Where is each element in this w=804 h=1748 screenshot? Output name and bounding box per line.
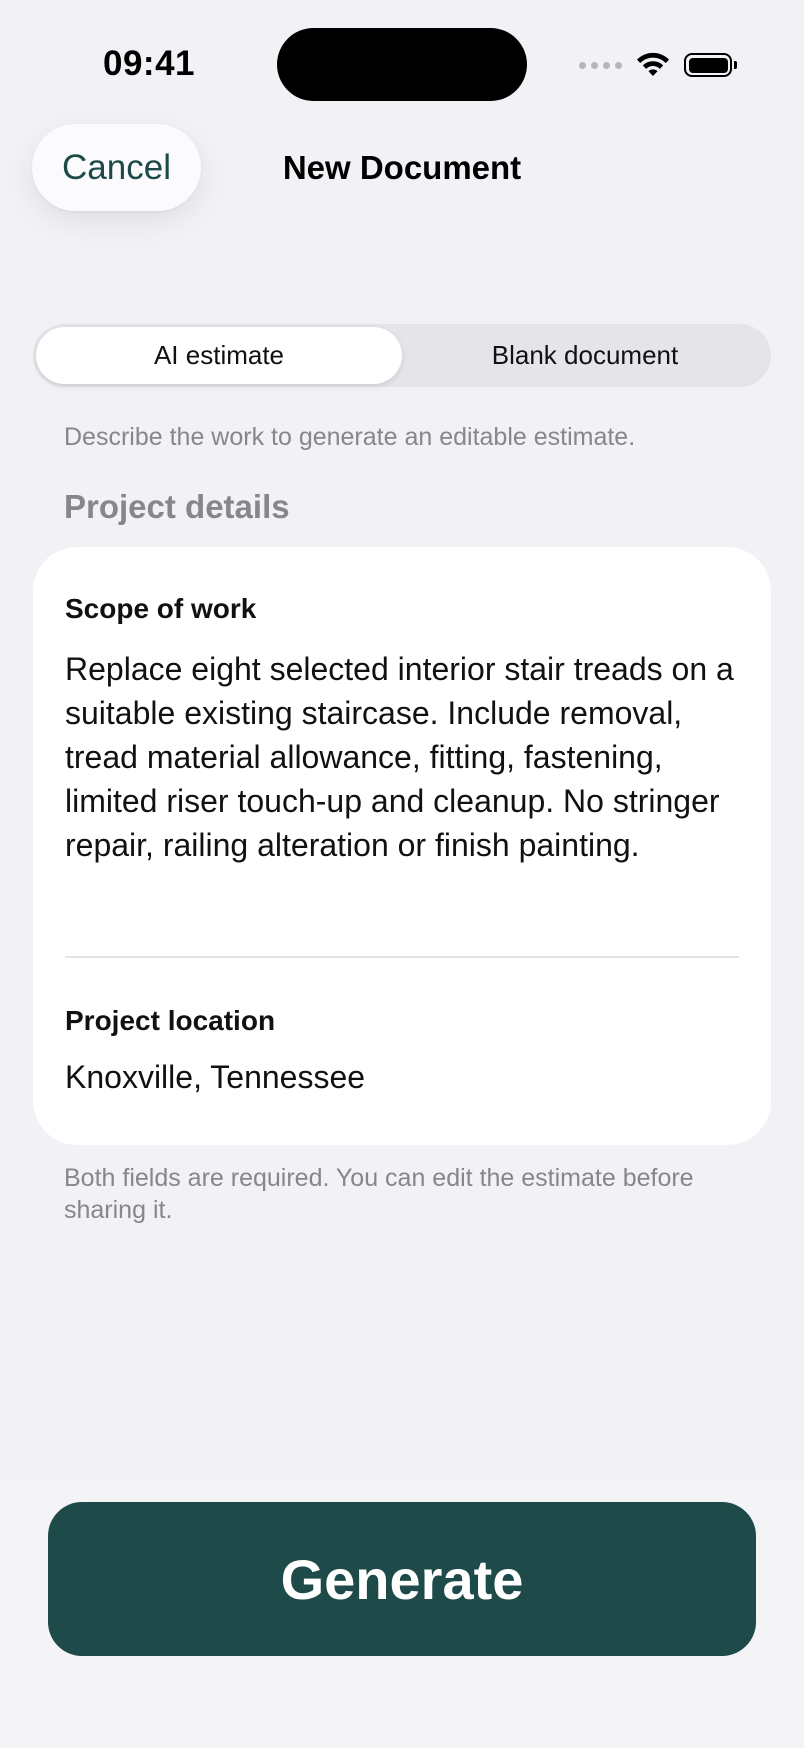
cellular-signal-icon [579,61,622,69]
battery-icon [684,53,737,77]
dynamic-island [277,28,527,101]
generate-button[interactable]: Generate [48,1502,756,1656]
location-label: Project location [65,1005,276,1036]
segment-ai-estimate[interactable]: AI estimate [36,327,402,384]
project-details-card: Scope of work Replace eight selected int… [33,547,771,1145]
document-type-segmented-control: AI estimate Blank document [33,324,771,387]
section-title: Project details [64,488,290,525]
scope-label: Scope of work [65,593,257,624]
helper-text: Describe the work to generate an editabl… [64,423,636,451]
wifi-icon [637,52,669,76]
divider [65,956,739,958]
segment-blank-document[interactable]: Blank document [402,327,768,384]
location-input[interactable]: Knoxville, Tennessee [65,1059,365,1096]
status-icons [579,48,737,82]
status-time: 09:41 [103,44,196,83]
page-title: New Document [282,149,522,186]
footnote: Both fields are required. You can edit t… [64,1164,694,1224]
scope-input[interactable]: Replace eight selected interior stair tr… [65,647,755,867]
